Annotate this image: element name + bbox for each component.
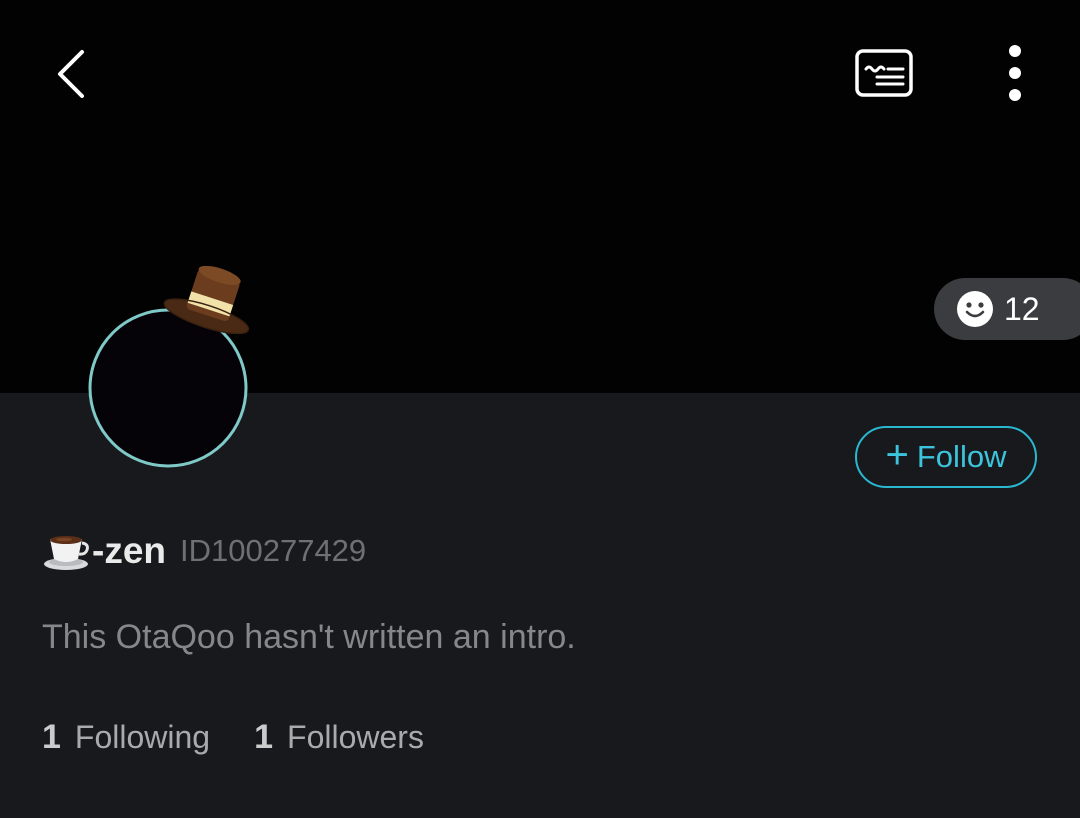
follow-button[interactable]: + Follow xyxy=(855,426,1037,488)
profile-card-icon xyxy=(855,49,913,97)
plus-icon: + xyxy=(885,433,909,477)
followers-label: Followers xyxy=(287,719,424,755)
profile-card-button[interactable] xyxy=(852,46,916,100)
smiley-icon xyxy=(957,291,993,327)
follow-label: Follow xyxy=(916,439,1007,474)
user-name: -zen xyxy=(92,530,166,571)
follow-stats: 1 Following 1 Followers xyxy=(42,718,468,757)
profile-page: 12 + Follow -zen ID100277429 This OtaQoo… xyxy=(0,0,1080,818)
chevron-left-icon xyxy=(58,50,84,98)
more-vertical-icon xyxy=(1009,45,1021,101)
reaction-badge[interactable]: 12 xyxy=(934,278,1080,340)
following-label: Following xyxy=(74,719,211,755)
followers-stat[interactable]: 1 Followers xyxy=(254,718,424,757)
avatar-with-top-hat xyxy=(88,265,250,468)
followers-count: 1 xyxy=(254,718,274,756)
user-intro: This OtaQoo hasn't written an intro. xyxy=(42,618,576,656)
user-id: ID100277429 xyxy=(180,533,367,568)
reaction-count: 12 xyxy=(1004,291,1040,327)
following-stat[interactable]: 1 Following xyxy=(42,718,210,757)
more-options-button[interactable] xyxy=(990,38,1040,108)
back-button[interactable] xyxy=(44,44,100,104)
following-count: 1 xyxy=(42,718,61,756)
user-name-row: -zen ID100277429 xyxy=(42,526,366,576)
avatar[interactable] xyxy=(86,262,261,472)
coffee-cup-icon xyxy=(44,536,89,570)
